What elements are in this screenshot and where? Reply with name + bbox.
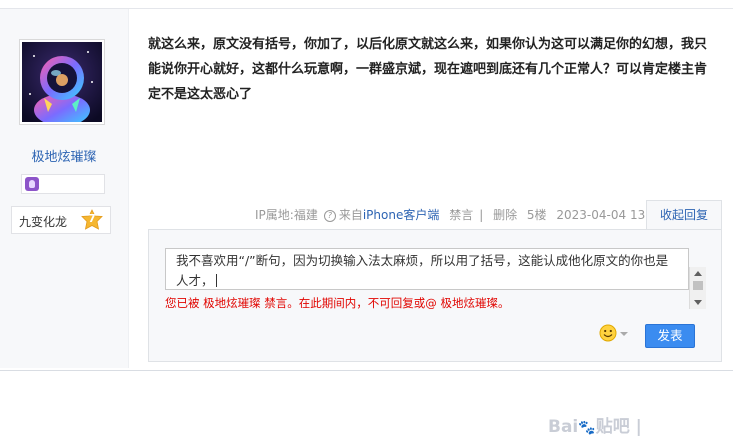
level-box[interactable]: 九变化龙 7 bbox=[11, 206, 111, 234]
mute-warning: 您已被 极地炫璀璨 禁言。在此期间内，不可回复或@ 极地炫璀璨。 bbox=[165, 296, 510, 310]
author-sidebar: 极地炫璀璨 九变化龙 7 bbox=[0, 9, 129, 368]
emoji-button[interactable] bbox=[599, 324, 629, 344]
watermark-text: Bai bbox=[548, 417, 579, 437]
emoji-icon bbox=[599, 324, 617, 342]
ip-location: IP属地:福建 bbox=[255, 208, 318, 222]
text-caret bbox=[215, 274, 217, 287]
source-prefix: 来自 bbox=[338, 208, 363, 222]
baidu-tieba-watermark: Bai🐾贴吧 | bbox=[548, 412, 642, 437]
avatar[interactable] bbox=[19, 39, 105, 125]
floor-number: 5楼 bbox=[526, 208, 547, 222]
author-username[interactable]: 极地炫璀璨 bbox=[0, 146, 128, 165]
help-icon[interactable]: ? bbox=[323, 210, 336, 222]
reply-scrollbar[interactable] bbox=[689, 267, 706, 309]
post-meta: IP属地:福建? 来自iPhone客户端 禁言 | 删除 5楼 2023-04-04… bbox=[255, 206, 671, 224]
member-icon-strip bbox=[21, 174, 105, 194]
avatar-image bbox=[22, 42, 102, 122]
member-badge-icon[interactable] bbox=[25, 177, 39, 191]
collapse-replies-button[interactable]: 收起回复 bbox=[646, 200, 722, 230]
level-number: 7 bbox=[88, 212, 96, 225]
chevron-down-icon bbox=[620, 332, 628, 336]
watermark-separator: | bbox=[635, 417, 642, 437]
scroll-thumb[interactable] bbox=[693, 281, 703, 290]
meta-separator: | bbox=[479, 208, 484, 222]
send-button[interactable]: 发表 bbox=[645, 324, 695, 348]
client-link[interactable]: iPhone客户端 bbox=[363, 208, 440, 222]
reply-input[interactable]: 我不喜欢用“/”断句，因为切换输入法太麻烦，所以用了括号，这能认成他化原文的你也… bbox=[165, 248, 706, 309]
mute-link[interactable]: 禁言 bbox=[449, 206, 473, 223]
scroll-up-icon[interactable] bbox=[694, 271, 702, 276]
reply-panel: 我不喜欢用“/”断句，因为切换输入法太麻烦，所以用了括号，这能认成他化原文的你也… bbox=[148, 229, 722, 362]
baidu-paw-icon: 🐾 bbox=[578, 420, 596, 436]
reply-input-text: 我不喜欢用“/”断句，因为切换输入法太麻烦，所以用了括号，这能认成他化原文的你也… bbox=[176, 253, 669, 288]
watermark-text-2: 贴吧 bbox=[595, 417, 630, 437]
delete-link[interactable]: 删除 bbox=[493, 206, 517, 223]
client-source: ? 来自iPhone客户端 bbox=[323, 206, 440, 223]
bottom-divider bbox=[0, 370, 733, 371]
level-badge: 7 bbox=[80, 209, 104, 231]
level-title: 九变化龙 bbox=[19, 215, 68, 229]
post-content: 就这么来，原文没有括号，你加了，以后化原文就这么来，如果你认为这可以满足你的幻想… bbox=[148, 37, 708, 102]
scroll-down-icon[interactable] bbox=[694, 300, 702, 305]
